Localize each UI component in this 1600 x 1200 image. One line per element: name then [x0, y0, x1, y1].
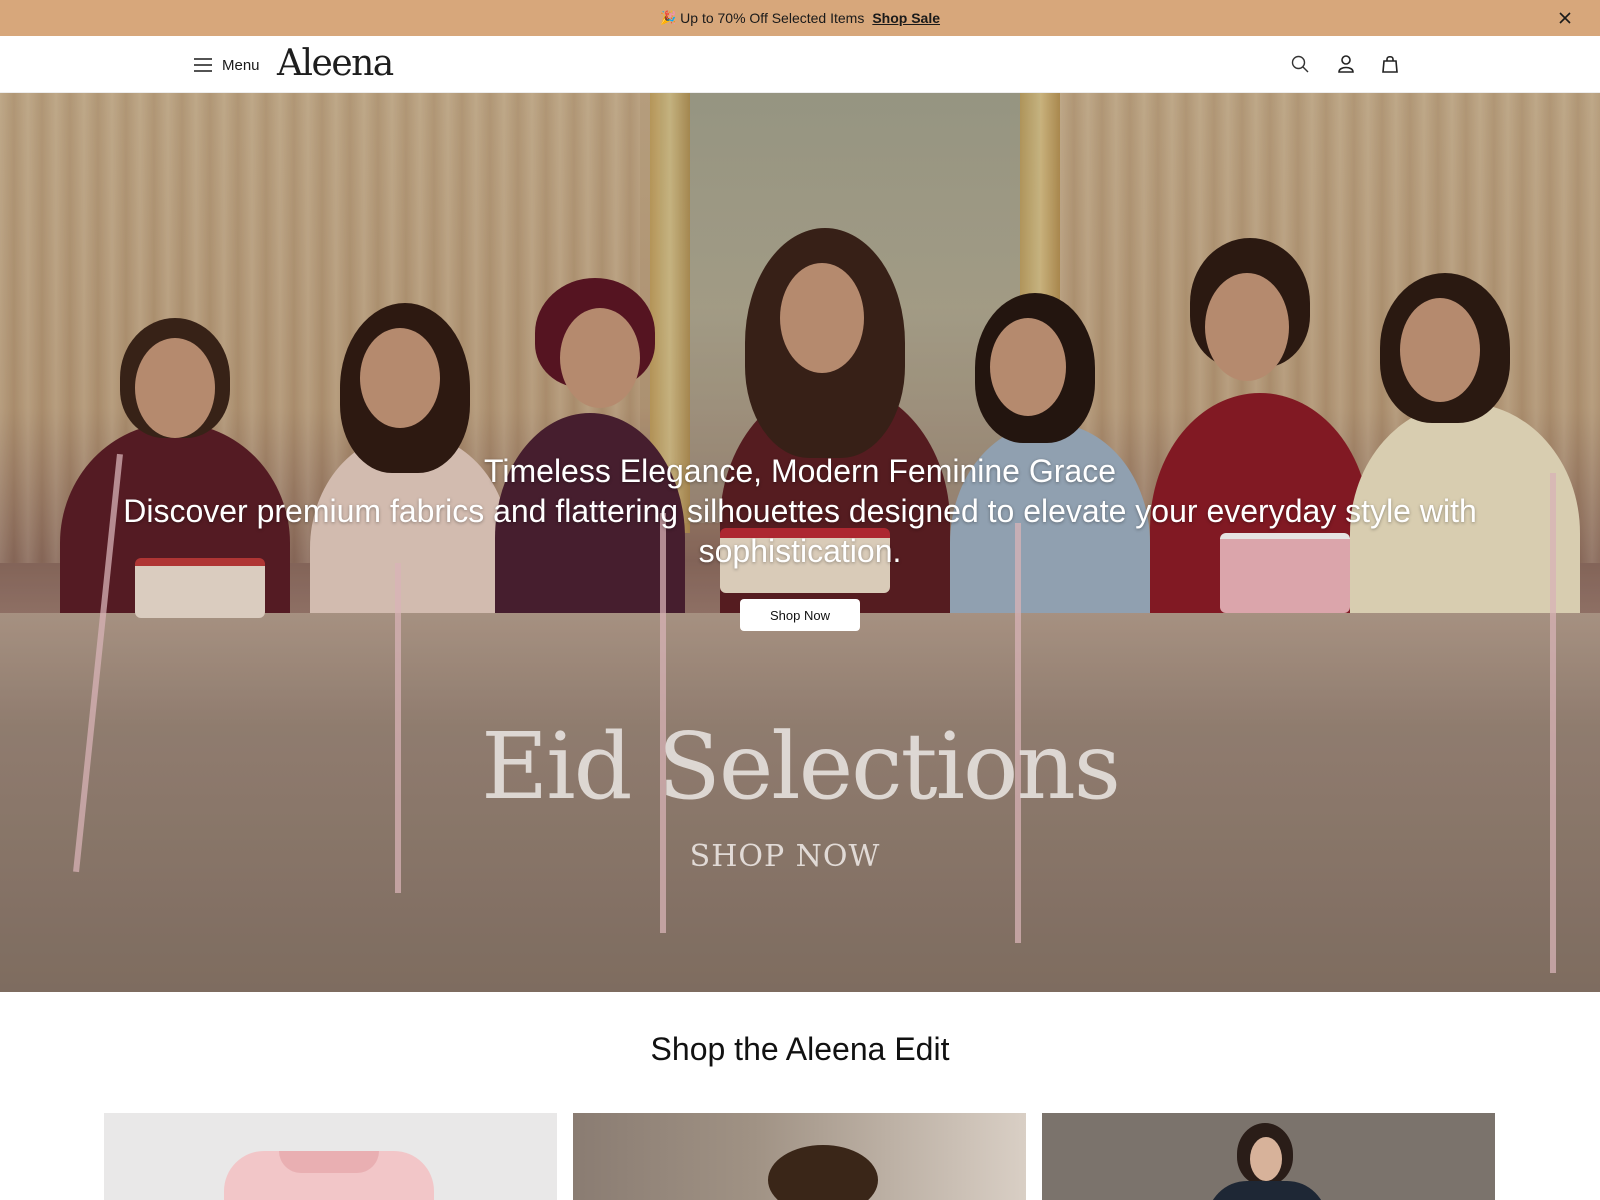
- product-card[interactable]: [573, 1113, 1026, 1200]
- search-icon[interactable]: [1289, 53, 1311, 75]
- hero-headline: Timeless Elegance, Modern Feminine Grace: [484, 453, 1116, 489]
- announcement-text: Up to 70% Off Selected Items: [680, 10, 865, 26]
- campaign-title: Eid Selections: [481, 713, 1121, 820]
- announcement-bar: 🎉 Up to 70% Off Selected Items Shop Sale: [0, 0, 1600, 36]
- product-card[interactable]: [1042, 1113, 1495, 1200]
- hero-subline: Discover premium fabrics and flattering …: [123, 493, 1477, 569]
- product-image-detail: [279, 1151, 379, 1173]
- brand-logo[interactable]: Aleena: [277, 44, 394, 84]
- account-icon[interactable]: [1335, 53, 1357, 75]
- gift-icon: 🎉: [659, 10, 677, 25]
- product-card[interactable]: [104, 1113, 557, 1200]
- campaign-shop-now-link[interactable]: SHOP NOW: [0, 839, 1570, 874]
- hamburger-icon: [194, 58, 212, 72]
- product-image-detail: [1207, 1181, 1327, 1200]
- shopping-bag-icon[interactable]: [1379, 53, 1401, 75]
- shop-now-button[interactable]: Shop Now: [740, 599, 860, 631]
- hero-banner[interactable]: Timeless Elegance, Modern Feminine Grace…: [0, 93, 1600, 992]
- close-icon[interactable]: [1556, 9, 1574, 27]
- product-image: [768, 1145, 878, 1200]
- menu-button[interactable]: Menu: [194, 53, 260, 77]
- hero-text: Timeless Elegance, Modern Feminine Grace…: [100, 451, 1500, 571]
- shop-sale-link[interactable]: Shop Sale: [872, 10, 940, 26]
- section-title: Shop the Aleena Edit: [650, 1031, 950, 1067]
- site-header: Menu Aleena: [0, 36, 1600, 93]
- product-image-detail: [1250, 1137, 1282, 1181]
- menu-label: Menu: [222, 56, 260, 74]
